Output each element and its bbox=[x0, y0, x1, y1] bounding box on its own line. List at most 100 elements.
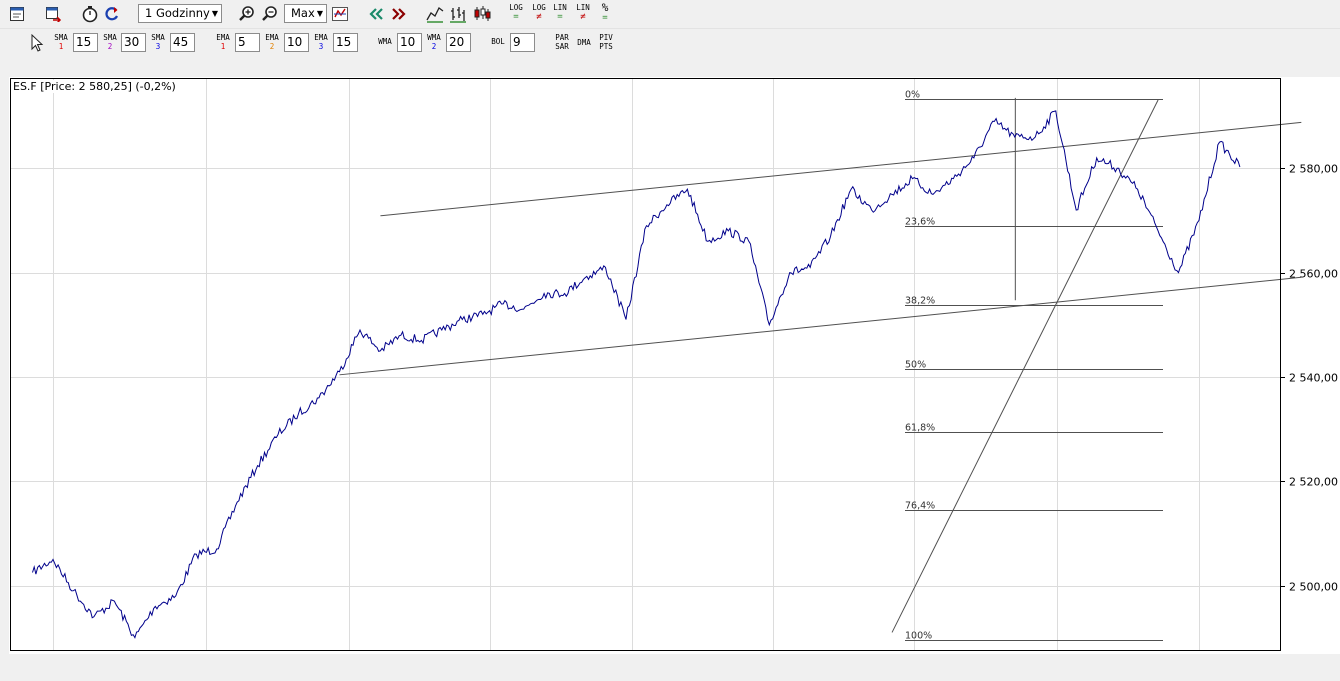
timeframe-value: 1 Godzinny bbox=[145, 6, 210, 20]
instrument-price-label: ES.F [Price: 2 580,25] (-0,2%) bbox=[13, 80, 176, 93]
par-sar-bottom: SAR bbox=[555, 42, 569, 51]
ema-num: 2 bbox=[269, 42, 275, 51]
piv-pts-top: PIV bbox=[599, 33, 613, 42]
chevron-down-icon: ▼ bbox=[316, 9, 323, 18]
wma-1-label: WMA bbox=[374, 37, 396, 57]
wma-label-text: WMA bbox=[427, 33, 441, 42]
sma-num: 2 bbox=[107, 42, 113, 51]
fibonacci-level-label: 38,2% bbox=[905, 296, 935, 307]
y-tick-label: 2 540,00 bbox=[1289, 372, 1338, 385]
scale-notequal-mark: ≠ bbox=[536, 12, 542, 22]
scale-equal-mark: = bbox=[557, 12, 563, 22]
dma-label: DMA bbox=[577, 38, 591, 47]
indicator-toolbar: SMA 1 15 SMA 2 30 SMA 3 45 EMA 1 5 EMA 2 10 E… bbox=[0, 29, 1340, 57]
wma-2-label: WMA 2 bbox=[423, 33, 445, 53]
sma-num: 1 bbox=[58, 42, 64, 51]
scale-log-label: LOG bbox=[532, 3, 546, 12]
ema-num: 3 bbox=[318, 42, 324, 51]
plot-frame bbox=[10, 78, 1281, 651]
sma-2-input[interactable]: 30 bbox=[121, 33, 146, 52]
zoom-out-icon[interactable] bbox=[259, 3, 281, 24]
fibonacci-level-label: 100% bbox=[905, 631, 932, 642]
cursor-arrow-icon[interactable] bbox=[26, 32, 48, 53]
price-chart[interactable]: 0% 23,6% 38,2% 50% 61,8% 76,4% 100% 2017-09-21… bbox=[9, 77, 1340, 654]
trendline bbox=[891, 99, 1159, 633]
ema-label-text: EMA bbox=[265, 33, 279, 42]
ema-label-text: EMA bbox=[314, 33, 328, 42]
fibonacci-level-label: 76,4% bbox=[905, 501, 935, 512]
scale-lin-label: LIN bbox=[576, 3, 590, 12]
chart-axes: 2017-09-212017-09-282017-10-052017-10-12… bbox=[10, 78, 1338, 651]
scroll-right-icon[interactable] bbox=[388, 3, 410, 24]
bol-label: BOL bbox=[487, 37, 509, 57]
sma-label-text: SMA bbox=[103, 33, 117, 42]
wma-1-input[interactable]: 10 bbox=[397, 33, 422, 52]
y-tick-label: 2 520,00 bbox=[1289, 476, 1338, 489]
sma-1-input[interactable]: 15 bbox=[73, 33, 98, 52]
sma-label-text: SMA bbox=[54, 33, 68, 42]
par-sar-top: PAR bbox=[555, 33, 569, 42]
wma-label-text: WMA bbox=[378, 37, 392, 46]
ohlc-chart-icon[interactable] bbox=[447, 3, 469, 24]
fibonacci-level-label: 0% bbox=[905, 90, 920, 101]
sma-label-text: SMA bbox=[151, 33, 165, 42]
zoom-range-value: Max bbox=[291, 6, 315, 20]
scale-lin-notequal-button[interactable]: LIN ≠ bbox=[573, 3, 593, 23]
y-tick-label: 2 580,00 bbox=[1289, 163, 1338, 176]
main-toolbar: 1 Godzinny ▼ Max ▼ LOG = LOG ≠ LIN = LIN bbox=[0, 0, 1340, 29]
sma-3-label: SMA 3 bbox=[147, 33, 169, 53]
zoom-range-select[interactable]: Max ▼ bbox=[284, 4, 327, 23]
scale-equal-mark: = bbox=[602, 13, 608, 23]
ema-1-input[interactable]: 5 bbox=[235, 33, 260, 52]
y-tick-label: 2 500,00 bbox=[1289, 581, 1338, 594]
scale-log-equal-button[interactable]: LOG = bbox=[506, 3, 526, 23]
y-tick-label: 2 560,00 bbox=[1289, 268, 1338, 281]
scale-log-notequal-button[interactable]: LOG ≠ bbox=[529, 3, 549, 23]
trendline bbox=[380, 121, 1302, 217]
refresh-icon[interactable] bbox=[101, 3, 123, 24]
sma-num: 3 bbox=[155, 42, 161, 51]
candle-chart-icon[interactable] bbox=[471, 3, 493, 24]
trendline bbox=[339, 276, 1302, 376]
ema-num: 1 bbox=[220, 42, 226, 51]
zoom-in-icon[interactable] bbox=[236, 3, 258, 24]
drawing-tools: 0% 23,6% 38,2% 50% 61,8% 76,4% 100% bbox=[339, 90, 1302, 642]
fibonacci-level-label: 61,8% bbox=[905, 423, 935, 434]
sma-2-label: SMA 2 bbox=[99, 33, 121, 53]
dma-button[interactable]: DMA bbox=[574, 38, 594, 58]
window-icon[interactable] bbox=[6, 3, 28, 24]
wma-2-input[interactable]: 20 bbox=[446, 33, 471, 52]
ema-label-text: EMA bbox=[216, 33, 230, 42]
fibonacci-level-label: 23,6% bbox=[905, 217, 935, 228]
scale-percent-button[interactable]: % = bbox=[595, 2, 615, 23]
ema-1-label: EMA 1 bbox=[212, 33, 234, 53]
chevron-down-icon: ▼ bbox=[211, 9, 218, 18]
bol-label-text: BOL bbox=[491, 37, 505, 46]
scale-lin-equal-button[interactable]: LIN = bbox=[550, 3, 570, 23]
scale-log-label: LOG bbox=[509, 3, 523, 12]
wma-num: 2 bbox=[431, 42, 437, 51]
ema-3-label: EMA 3 bbox=[310, 33, 332, 53]
ema-2-label: EMA 2 bbox=[261, 33, 283, 53]
sma-3-input[interactable]: 45 bbox=[170, 33, 195, 52]
par-sar-button[interactable]: PAR SAR bbox=[552, 33, 572, 53]
fibonacci-level-label: 50% bbox=[905, 360, 926, 371]
grid-lines bbox=[11, 79, 1280, 650]
fit-range-icon[interactable] bbox=[329, 3, 351, 24]
scale-equal-mark: = bbox=[513, 12, 519, 22]
sma-1-label: SMA 1 bbox=[50, 33, 72, 53]
bol-input[interactable]: 9 bbox=[510, 33, 535, 52]
export-icon[interactable] bbox=[42, 3, 64, 24]
scroll-left-icon[interactable] bbox=[365, 3, 387, 24]
line-chart-icon[interactable] bbox=[424, 3, 446, 24]
scale-lin-label: LIN bbox=[553, 3, 567, 12]
piv-pts-button[interactable]: PIV PTS bbox=[596, 33, 616, 53]
status-bar bbox=[0, 670, 1340, 681]
ema-3-input[interactable]: 15 bbox=[333, 33, 358, 52]
chart-panel[interactable]: 0% 23,6% 38,2% 50% 61,8% 76,4% 100% 2017-09-21… bbox=[9, 77, 1340, 654]
piv-pts-bottom: PTS bbox=[599, 42, 613, 51]
stopwatch-icon[interactable] bbox=[79, 3, 101, 24]
ema-2-input[interactable]: 10 bbox=[284, 33, 309, 52]
timeframe-select[interactable]: 1 Godzinny ▼ bbox=[138, 4, 222, 23]
scale-notequal-mark: ≠ bbox=[580, 12, 586, 22]
